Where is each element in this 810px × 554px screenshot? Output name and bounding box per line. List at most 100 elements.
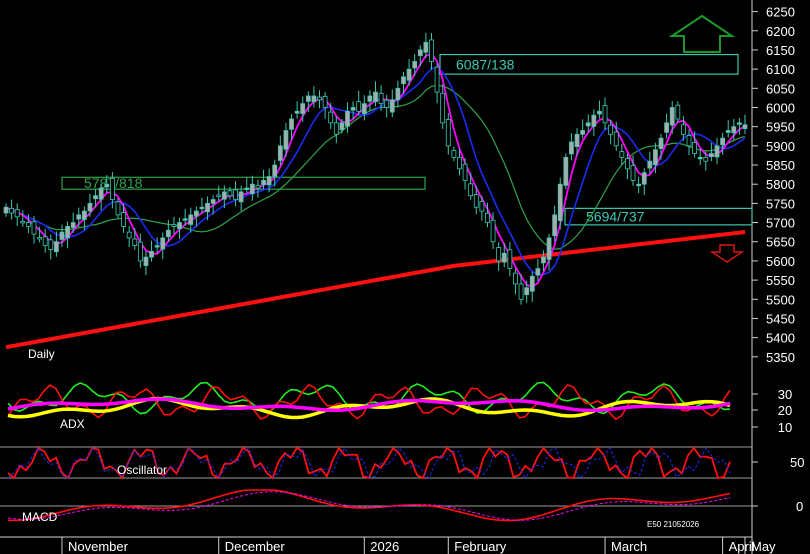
candle-body	[720, 137, 726, 146]
candle-body	[378, 92, 384, 105]
candle-body	[31, 221, 37, 235]
candle-body	[742, 124, 748, 129]
y-tick-label: 5600	[766, 254, 795, 269]
candle-body	[149, 250, 154, 258]
candle-body	[479, 201, 485, 212]
candle-body	[339, 122, 345, 131]
candle-body	[417, 49, 423, 57]
candle-body	[311, 95, 317, 103]
adx-tick-label: 10	[778, 420, 792, 435]
candle-body	[221, 191, 227, 200]
candle-body	[165, 229, 171, 238]
candle-body	[81, 210, 87, 220]
candle-body	[177, 222, 182, 230]
candle-body	[154, 245, 160, 248]
candle-body	[9, 207, 14, 214]
candle-body	[541, 256, 546, 264]
candle-body	[93, 195, 98, 200]
candle-body	[255, 184, 261, 189]
macd-footer: E50 21052026	[647, 520, 700, 529]
candle-body	[121, 212, 126, 227]
x-tick-label: February	[454, 539, 507, 554]
candle-body	[350, 107, 356, 111]
y-tick-label: 5750	[766, 196, 795, 211]
candle-body	[731, 126, 737, 134]
candle-body	[289, 118, 294, 130]
candle-body	[703, 156, 709, 162]
candle-body	[529, 275, 535, 292]
candle-body	[199, 206, 205, 210]
candle-body	[552, 214, 558, 237]
level-label: 6087/138	[456, 56, 515, 72]
candle-body	[317, 96, 322, 101]
candle-body	[608, 124, 614, 135]
candle-body	[591, 114, 597, 127]
x-tick-label: 2026	[370, 539, 399, 554]
candle-body	[216, 194, 222, 197]
candle-body	[468, 183, 474, 197]
candle-body	[42, 236, 48, 246]
candle-body	[328, 111, 334, 124]
candle-body	[249, 183, 255, 195]
candle-body	[681, 124, 686, 135]
candle-body	[535, 268, 541, 276]
adx-label: ADX	[60, 417, 85, 431]
candle-body	[333, 122, 339, 135]
candle-body	[709, 153, 714, 157]
candle-body	[104, 183, 110, 188]
oscillator-tick-label: 50	[790, 455, 804, 470]
x-tick-label: November	[68, 539, 129, 554]
candle-body	[395, 87, 401, 101]
candle-body	[485, 212, 490, 223]
candle-body	[182, 218, 188, 221]
candle-body	[137, 241, 143, 262]
candle-body	[641, 172, 647, 185]
candle-body	[636, 183, 642, 187]
candle-body	[423, 41, 429, 53]
candle-body	[20, 221, 26, 224]
candle-body	[227, 190, 233, 197]
candle-body	[697, 156, 703, 160]
candle-body	[737, 122, 742, 125]
candle-body	[361, 103, 367, 115]
candle-body	[496, 247, 502, 262]
candle-body	[563, 156, 569, 186]
candle-body	[669, 107, 675, 126]
candle-body	[451, 150, 457, 158]
candle-body	[233, 189, 238, 200]
candle-body	[619, 151, 625, 158]
y-tick-label: 6150	[766, 43, 795, 58]
candle-body	[25, 222, 31, 227]
candle-body	[277, 145, 283, 161]
candle-body	[345, 110, 350, 127]
candle-body	[98, 187, 104, 200]
candle-body	[143, 256, 149, 266]
macd-label: MACD	[22, 510, 58, 524]
candle-body	[569, 141, 574, 155]
candle-body	[546, 237, 552, 260]
candle-body	[602, 105, 608, 124]
candle-body	[70, 222, 76, 228]
candle-body	[401, 76, 406, 85]
y-tick-label: 5450	[766, 311, 795, 326]
adx-tick-label: 20	[778, 403, 792, 418]
candle-body	[445, 118, 451, 147]
candle-body	[87, 202, 93, 212]
candle-body	[507, 249, 513, 269]
candle-body	[597, 110, 602, 115]
x-tick-label: May	[751, 539, 776, 554]
candle-body	[647, 160, 653, 169]
candle-body	[473, 194, 479, 208]
oscillator-label: Oscillator	[117, 463, 167, 477]
candle-body	[658, 137, 664, 149]
candle-body	[664, 122, 670, 133]
candle-body	[238, 191, 244, 203]
candle-body	[188, 214, 194, 225]
candle-body	[367, 95, 373, 102]
daily-label: Daily	[28, 347, 55, 361]
candle-body	[585, 122, 591, 127]
candle-body	[429, 39, 434, 62]
candle-body	[244, 187, 250, 190]
candle-body	[412, 61, 418, 69]
x-tick-label: March	[611, 539, 647, 554]
